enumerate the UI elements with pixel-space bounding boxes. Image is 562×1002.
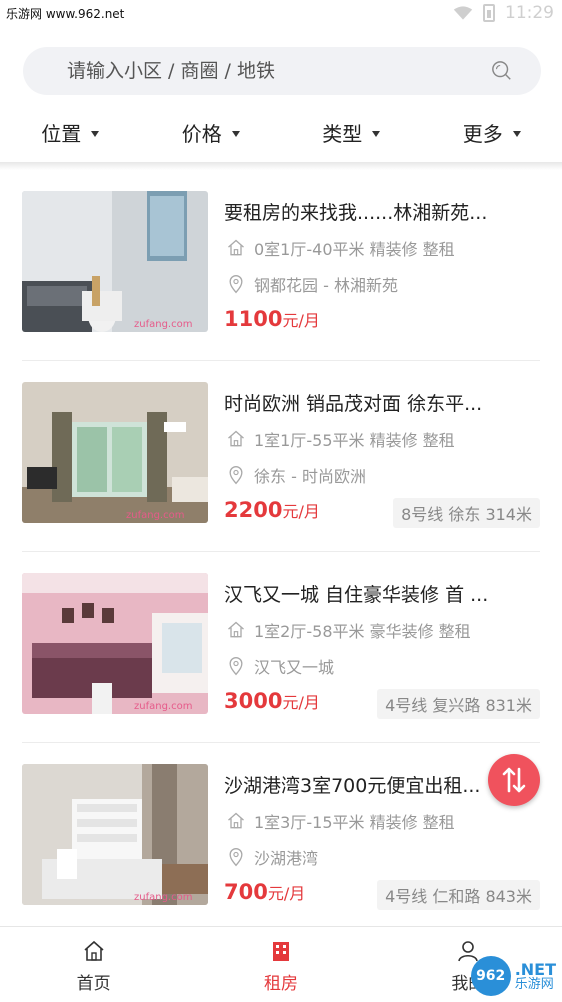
filter-location-label: 位置 xyxy=(41,121,82,146)
house-icon xyxy=(228,812,244,829)
listing-title[interactable]: 汉飞又一城 自住豪华装修 首 ... xyxy=(224,580,524,607)
listing-location: 沙湖港湾 xyxy=(226,845,318,869)
home-icon xyxy=(84,940,104,961)
listing-photo[interactable]: zufang.com xyxy=(22,191,208,332)
listing-photo[interactable]: zufang.com xyxy=(22,382,208,523)
price-value: 3000 xyxy=(224,689,283,713)
price-value: 2200 xyxy=(224,498,283,522)
spec-text: 0室1厅-40平米 精装修 整租 xyxy=(254,240,455,259)
photo-watermark: zufang.com xyxy=(126,510,184,521)
list-item[interactable]: zufang.com 时尚欧洲 销品茂对面 徐东平... 1室1厅-55平米 精… xyxy=(0,361,562,552)
filter-more-label: 更多 xyxy=(462,121,503,146)
metro-badge: 4号线 复兴路 831米 xyxy=(377,689,540,719)
location-text: 徐东 - 时尚欧洲 xyxy=(254,467,366,486)
listing-location: 徐东 - 时尚欧洲 xyxy=(226,463,366,487)
listing-photo[interactable]: zufang.com xyxy=(22,573,208,714)
location-text: 沙湖港湾 xyxy=(254,849,319,868)
watermark-brand: .NET 乐游网 xyxy=(514,959,556,992)
clock: 11:29 xyxy=(505,3,554,23)
nav-home-label: 首页 xyxy=(76,974,111,994)
house-icon xyxy=(228,621,244,638)
living-room-photo: zufang.com xyxy=(22,382,208,523)
listing-spec: 1室1厅-55平米 精装修 整租 xyxy=(226,427,455,451)
listing-title[interactable]: 要租房的来找我......林湘新苑... xyxy=(224,198,524,225)
listing-spec: 1室2厅-58平米 豪华装修 整租 xyxy=(226,618,471,642)
location-pin-icon xyxy=(229,466,243,485)
watermark-logo: 962 .NET 乐游网 xyxy=(470,956,556,996)
watermark-badge: 962 xyxy=(470,956,511,996)
nav-rent-label: 租房 xyxy=(263,974,298,994)
sort-arrows-icon xyxy=(502,767,526,793)
filter-more[interactable]: 更多 xyxy=(422,104,562,160)
building-icon xyxy=(272,942,289,961)
search-bar[interactable] xyxy=(23,47,541,95)
price-unit: 元/月 xyxy=(282,502,320,521)
price-value: 700 xyxy=(224,880,268,904)
search-icon[interactable] xyxy=(491,60,513,82)
listing-spec: 1室3厅-15平米 精装修 整租 xyxy=(226,809,455,833)
filter-shadow xyxy=(0,162,562,170)
filter-type[interactable]: 类型 xyxy=(281,104,422,160)
filter-type-label: 类型 xyxy=(322,121,363,146)
price-unit: 元/月 xyxy=(282,311,320,330)
list-item[interactable]: zufang.com 沙湖港湾3室700元便宜出租... 1室3厅-15平米 精… xyxy=(0,743,562,934)
battery-icon xyxy=(483,4,495,22)
watermark-brand-a: .NET xyxy=(514,959,556,979)
filter-price-label: 价格 xyxy=(181,121,222,146)
listing-price: 3000元/月 xyxy=(224,689,320,713)
status-bar: 乐游网 www.962.net 11:29 xyxy=(0,0,562,26)
dining-room-photo: zufang.com xyxy=(22,764,208,905)
location-text: 钢都花园 - 林湘新苑 xyxy=(254,276,398,295)
caret-down-icon xyxy=(512,130,521,137)
caret-down-icon xyxy=(91,130,100,137)
listing-title[interactable]: 沙湖港湾3室700元便宜出租... xyxy=(224,771,524,798)
watermark-text: 乐游网 www.962.net xyxy=(4,5,127,22)
list-item[interactable]: zufang.com 要租房的来找我......林湘新苑... 0室1厅-40平… xyxy=(0,170,562,361)
metro-badge: 4号线 仁和路 843米 xyxy=(377,880,540,910)
wifi-icon xyxy=(453,6,473,20)
bathroom-photo: zufang.com xyxy=(22,191,208,332)
living-room-photo: zufang.com xyxy=(22,573,208,714)
spec-text: 1室3厅-15平米 精装修 整租 xyxy=(254,813,455,832)
location-pin-icon xyxy=(229,657,243,676)
location-pin-icon xyxy=(229,848,243,867)
caret-down-icon xyxy=(231,130,240,137)
listing-location: 汉飞又一城 xyxy=(226,654,334,678)
sort-button[interactable] xyxy=(488,754,540,806)
watermark-brand-b: 乐游网 xyxy=(514,976,554,992)
photo-watermark: zufang.com xyxy=(134,892,192,903)
house-icon xyxy=(228,239,244,256)
filter-price[interactable]: 价格 xyxy=(141,104,282,160)
photo-watermark: zufang.com xyxy=(134,319,192,330)
listing-price: 2200元/月 xyxy=(224,498,320,522)
price-unit: 元/月 xyxy=(267,884,306,903)
caret-down-icon xyxy=(372,130,381,137)
spec-text: 1室1厅-55平米 精装修 整租 xyxy=(254,431,455,450)
nav-home[interactable]: 首页 xyxy=(0,927,187,1002)
search-input[interactable] xyxy=(67,47,467,95)
nav-rent[interactable]: 租房 xyxy=(187,927,374,1002)
listing-photo[interactable]: zufang.com xyxy=(22,764,208,905)
location-pin-icon xyxy=(229,275,243,294)
filter-location[interactable]: 位置 xyxy=(0,104,141,160)
spec-text: 1室2厅-58平米 豪华装修 整租 xyxy=(254,622,471,641)
listing-location: 钢都花园 - 林湘新苑 xyxy=(226,272,398,296)
house-icon xyxy=(228,430,244,447)
metro-badge: 8号线 徐东 314米 xyxy=(393,498,540,528)
photo-watermark: zufang.com xyxy=(134,701,192,712)
list-item[interactable]: zufang.com 汉飞又一城 自住豪华装修 首 ... 1室2厅-58平米 … xyxy=(0,552,562,743)
listing-price: 700元/月 xyxy=(224,880,305,904)
price-unit: 元/月 xyxy=(282,693,320,712)
price-value: 1100 xyxy=(224,307,283,331)
listing-spec: 0室1厅-40平米 精装修 整租 xyxy=(226,236,455,260)
status-icons: 11:29 xyxy=(453,3,554,23)
location-text: 汉飞又一城 xyxy=(254,658,335,677)
listing: zufang.com 要租房的来找我......林湘新苑... 0室1厅-40平… xyxy=(0,170,562,934)
listing-price: 1100元/月 xyxy=(224,307,320,331)
filter-bar: 位置 价格 类型 更多 xyxy=(0,104,562,160)
listing-title[interactable]: 时尚欧洲 销品茂对面 徐东平... xyxy=(224,389,524,416)
